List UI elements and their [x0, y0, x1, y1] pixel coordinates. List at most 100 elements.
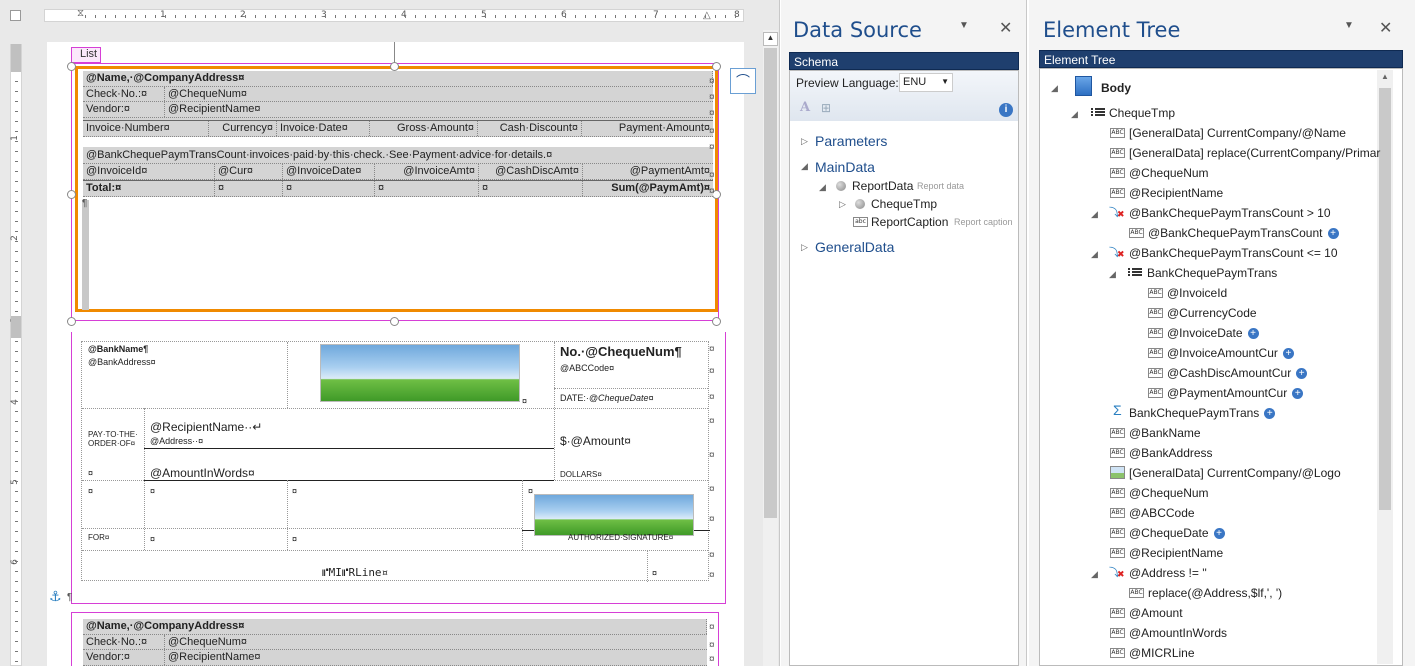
tree-item[interactable]: @BankName: [1129, 426, 1201, 440]
tree-item[interactable]: @InvoiceAmountCur +: [1167, 346, 1294, 360]
tree-item[interactable]: @ChequeDate +: [1129, 526, 1225, 540]
element-tree-panel[interactable]: Element Tree ▼ ✕ Element Tree ▲ ◢ Body ◢…: [1029, 0, 1415, 666]
ruler-indent-marker[interactable]: ⧖: [77, 8, 84, 19]
payment-advice-table-2[interactable]: @Name,·@CompanyAddress¤ Check·No.:¤ @Che…: [83, 619, 707, 666]
collapse-icon[interactable]: ◢: [819, 182, 826, 193]
format-plus-icon[interactable]: +: [1282, 348, 1294, 360]
tree-item[interactable]: replace(@Address,$lf,', '): [1148, 586, 1282, 600]
tree-item[interactable]: @AmountInWords: [1129, 626, 1227, 640]
recipient-name-field[interactable]: @RecipientName¤: [165, 650, 707, 665]
scroll-up-icon[interactable]: ▲: [763, 32, 778, 46]
tree-item[interactable]: @ChequeNum: [1129, 486, 1209, 500]
cash-disc-field[interactable]: @CashDiscAmt¤: [479, 164, 583, 179]
recipient-name-field[interactable]: @RecipientName··↵: [150, 420, 262, 434]
tree-item[interactable]: @InvoiceId: [1167, 286, 1227, 300]
tree-item-condition[interactable]: @BankChequePaymTransCount <= 10: [1129, 246, 1338, 260]
collapse-icon[interactable]: ◢: [1109, 269, 1116, 280]
tree-item[interactable]: [GeneralData] CurrentCompany/@Logo: [1129, 466, 1341, 480]
signature-image[interactable]: [534, 494, 694, 536]
invoice-amount-field[interactable]: @InvoiceAmt¤: [375, 164, 479, 179]
column-header[interactable]: Invoice·Number¤: [83, 121, 209, 136]
resize-handle[interactable]: [67, 317, 76, 326]
tree-item[interactable]: [GeneralData] replace(CurrentCompany/Pri…: [1129, 146, 1380, 160]
resize-handle[interactable]: [67, 62, 76, 71]
format-plus-icon[interactable]: +: [1327, 228, 1339, 240]
report-editor[interactable]: ⧖ △ 1 2 3 4 5 6 7 8 1 2 3 4 5 6 List: [0, 0, 780, 666]
tree-item-list[interactable]: BankChequePaymTrans: [1147, 266, 1277, 280]
resize-handle[interactable]: [67, 190, 76, 199]
invoice-id-field[interactable]: @InvoiceId¤: [83, 164, 215, 179]
expand-icon[interactable]: ▷: [839, 199, 846, 210]
abc-code-field[interactable]: @ABCCode¤: [560, 363, 614, 373]
currency-field[interactable]: @Cur¤: [215, 164, 283, 179]
invoice-count-note[interactable]: @BankChequePaymTransCount·invoices·paid·…: [83, 148, 713, 163]
tree-item[interactable]: @CashDiscAmountCur +: [1167, 366, 1308, 380]
amount-in-words-field[interactable]: @AmountInWords¤: [150, 466, 255, 480]
tree-item-reportcaption[interactable]: ReportCaption: [871, 215, 948, 229]
bank-address-field[interactable]: @BankAddress¤: [88, 357, 156, 367]
tree-item-chequetmp[interactable]: ChequeTmp: [1109, 106, 1175, 120]
format-plus-icon[interactable]: +: [1264, 408, 1276, 420]
company-line[interactable]: @Name,·@CompanyAddress¤: [83, 71, 713, 86]
resize-handle[interactable]: [712, 317, 721, 326]
tree-item-body[interactable]: Body: [1101, 81, 1131, 95]
dropdown-icon[interactable]: ▼: [1344, 20, 1354, 31]
format-plus-icon[interactable]: +: [1213, 528, 1225, 540]
tree-item-maindata[interactable]: MainData: [815, 159, 875, 175]
tree-item[interactable]: @BankAddress: [1129, 446, 1213, 460]
collapse-icon[interactable]: ◢: [1091, 209, 1098, 220]
data-source-panel[interactable]: Data Source ▼ ✕ Schema Preview Language:…: [781, 0, 1027, 666]
tree-item[interactable]: @RecipientName: [1129, 186, 1223, 200]
tree-item[interactable]: @PaymentAmountCur +: [1167, 386, 1304, 400]
tree-item[interactable]: @Amount: [1129, 606, 1183, 620]
tree-item-parameters[interactable]: Parameters: [815, 133, 887, 149]
payment-advice-table[interactable]: @Name,·@CompanyAddress¤ Check·No.:¤ @Che…: [83, 71, 713, 197]
tree-item[interactable]: @MICRLine: [1129, 646, 1195, 660]
cheque-num-field[interactable]: @ChequeNum¤: [165, 635, 707, 649]
vendor-label[interactable]: Vendor:¤: [83, 650, 165, 665]
check-no-label[interactable]: Check·No.:¤: [83, 87, 165, 101]
tree-scroll-thumb[interactable]: [1379, 88, 1391, 510]
tree-item[interactable]: @ChequeNum: [1129, 166, 1209, 180]
check-no-label[interactable]: Check·No.:¤: [83, 635, 165, 649]
column-header[interactable]: Invoice·Date¤: [277, 121, 370, 136]
tree-item[interactable]: [GeneralData] CurrentCompany/@Name: [1129, 126, 1346, 140]
payment-sum-field[interactable]: Sum(@PaymAmt)¤: [583, 181, 713, 196]
tree-item-condition[interactable]: @BankChequePaymTransCount > 10: [1129, 206, 1331, 220]
vertical-ruler[interactable]: 1 2 3 4 5 6: [10, 44, 22, 666]
recipient-name-field[interactable]: @RecipientName¤: [165, 102, 713, 117]
cheque-number-field[interactable]: No.·@ChequeNum¶: [560, 344, 682, 359]
resize-handle[interactable]: [712, 62, 721, 71]
company-logo-image[interactable]: [320, 344, 520, 402]
tree-item-condition[interactable]: @Address != '': [1129, 566, 1207, 580]
font-icon[interactable]: A: [800, 100, 810, 115]
tree-item[interactable]: @ABCCode: [1129, 506, 1195, 520]
column-header[interactable]: Cash·Discount¤: [478, 121, 582, 136]
smart-tag-icon[interactable]: ⌒: [730, 68, 756, 94]
expand-icon[interactable]: ▷: [801, 242, 808, 253]
check-table[interactable]: @BankName¶ @BankAddress¤ ¤ No.·@ChequeNu…: [81, 341, 710, 582]
amount-field[interactable]: $·@Amount¤: [560, 434, 631, 448]
close-icon[interactable]: ✕: [1379, 18, 1392, 38]
tree-item[interactable]: @InvoiceDate +: [1167, 326, 1259, 340]
editor-scroll-thumb[interactable]: [764, 48, 777, 518]
column-header[interactable]: Currency¤: [209, 121, 277, 136]
total-cell[interactable]: ¤: [215, 181, 283, 196]
cheque-date-field[interactable]: @ChequeDate¤: [589, 393, 654, 403]
close-icon[interactable]: ✕: [999, 18, 1012, 38]
collapse-icon[interactable]: ◢: [1091, 249, 1098, 260]
format-plus-icon[interactable]: +: [1292, 388, 1304, 400]
expand-icon[interactable]: ▷: [801, 136, 808, 147]
format-plus-icon[interactable]: +: [1247, 328, 1259, 340]
list-tag[interactable]: List: [71, 47, 102, 63]
tree-item[interactable]: @RecipientName: [1129, 546, 1223, 560]
micr-line-field[interactable]: ⑈MI⑈RLine¤: [322, 566, 388, 579]
collapse-icon[interactable]: ◢: [1091, 569, 1098, 580]
collapse-icon[interactable]: ◢: [1051, 83, 1058, 94]
total-cell[interactable]: ¤: [375, 181, 479, 196]
anchor-icon[interactable]: ⚓: [49, 588, 62, 605]
hierarchy-icon[interactable]: ⊞: [821, 101, 831, 115]
collapse-icon[interactable]: ◢: [801, 161, 808, 172]
address-field[interactable]: @Address··¤: [150, 436, 203, 446]
vendor-label[interactable]: Vendor:¤: [83, 102, 165, 117]
